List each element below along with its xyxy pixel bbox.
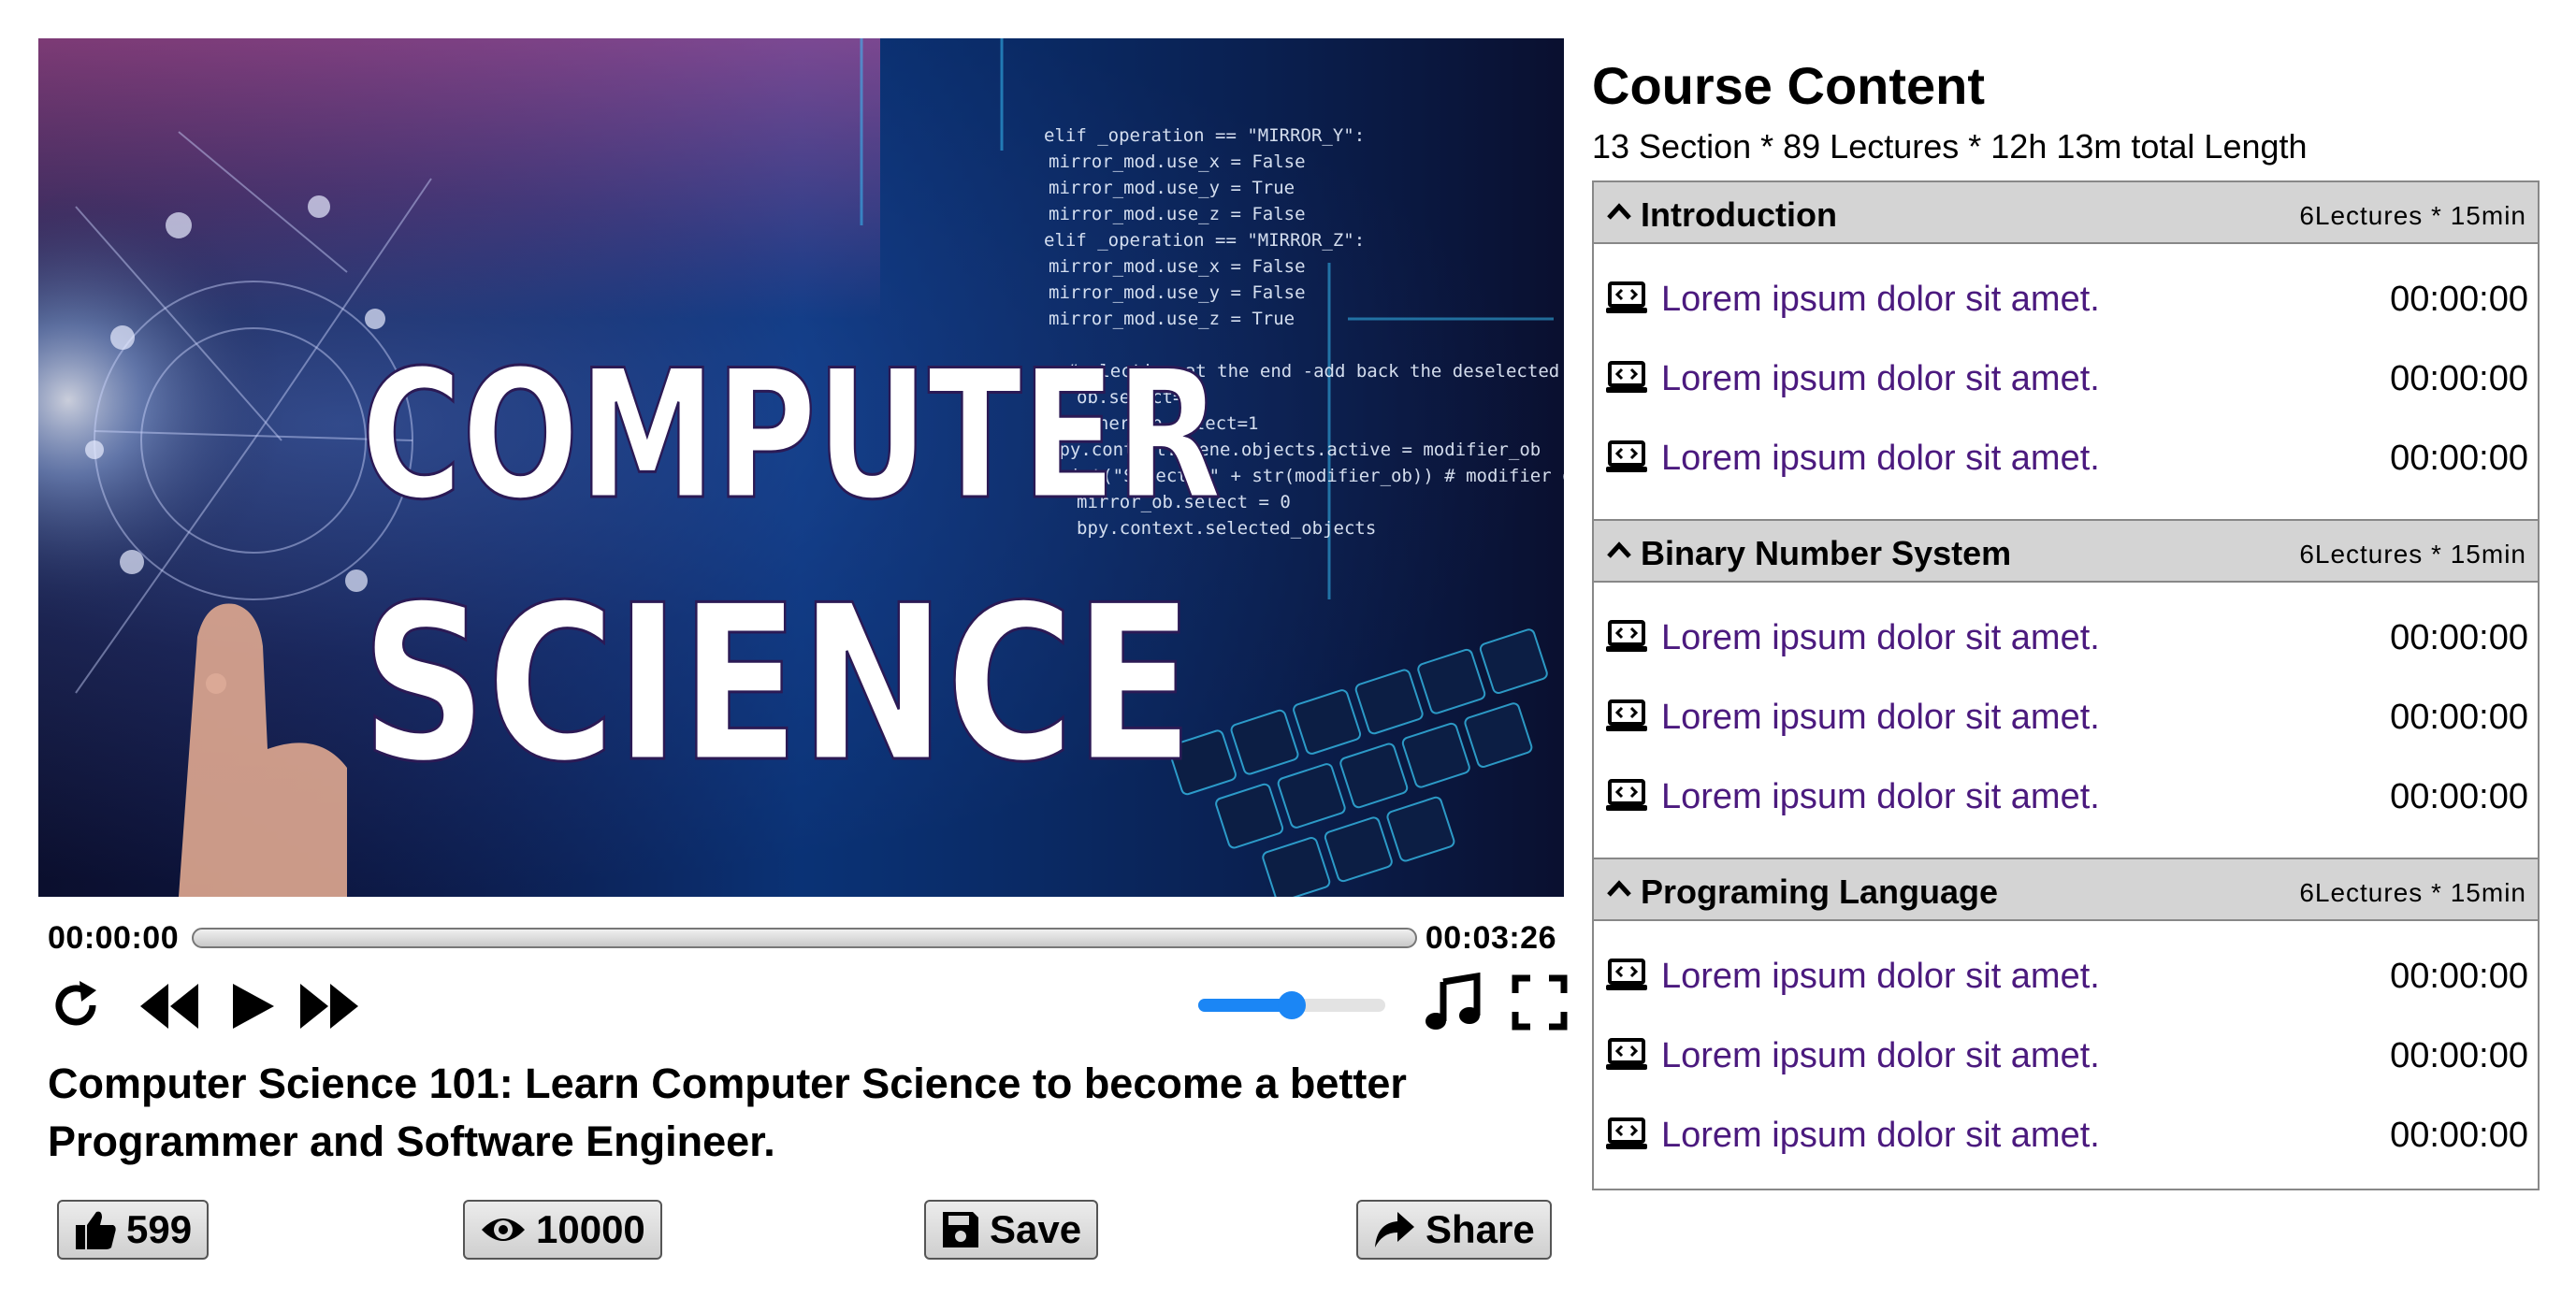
section-title: Binary Number System <box>1641 534 2012 572</box>
lecture-duration: 00:00:00 <box>2390 439 2528 478</box>
lecture-item[interactable]: Lorem ipsum dolor sit amet. 00:00:00 <box>1594 764 2538 829</box>
code-line: mirror_mod.use_z = True <box>1049 309 1295 329</box>
laptop-code-icon <box>1605 280 1648 322</box>
lecture-duration: 00:00:00 <box>2390 359 2528 398</box>
laptop-code-icon <box>1605 698 1648 740</box>
music-note-icon[interactable] <box>1423 972 1484 1039</box>
lecture-duration: 00:00:00 <box>2390 698 2528 737</box>
laptop-code-icon <box>1605 777 1648 819</box>
laptop-code-icon <box>1605 1036 1648 1078</box>
save-button[interactable]: Save <box>924 1200 1099 1260</box>
section-header[interactable]: Binary Number System 6Lectures * 15min <box>1594 519 2538 583</box>
lecture-item[interactable]: Lorem ipsum dolor sit amet. 00:00:00 <box>1594 1103 2538 1168</box>
laptop-code-icon <box>1605 957 1648 999</box>
lecture-item[interactable]: Lorem ipsum dolor sit amet. 00:00:00 <box>1594 1023 2538 1089</box>
lecture-title[interactable]: Lorem ipsum dolor sit amet. <box>1661 698 2100 738</box>
seek-bar[interactable] <box>192 928 1417 948</box>
section-meta: 6Lectures * 15min <box>2299 201 2526 230</box>
lecture-item[interactable]: Lorem ipsum dolor sit amet. 00:00:00 <box>1594 605 2538 670</box>
course-player-page: elif _operation == "MIRROR_Y": mirror_mo… <box>0 0 2576 1312</box>
lecture-duration: 00:00:00 <box>2390 618 2528 657</box>
code-line: mirror_mod.use_x = False <box>1049 151 1306 172</box>
total-time: 00:03:26 <box>1425 920 1556 956</box>
share-label: Share <box>1425 1207 1535 1251</box>
thumbnail-title-line1: COMPUTER <box>361 332 1222 539</box>
lecture-title[interactable]: Lorem ipsum dolor sit amet. <box>1661 1036 2100 1076</box>
code-line: mirror_mod.use_x = False <box>1049 256 1306 277</box>
fullscreen-icon[interactable] <box>1512 974 1568 1035</box>
lecture-item[interactable]: Lorem ipsum dolor sit amet. 00:00:00 <box>1594 685 2538 750</box>
video-frame[interactable]: elif _operation == "MIRROR_Y": mirror_mo… <box>38 38 1564 897</box>
views-button[interactable]: 10000 <box>463 1200 662 1260</box>
chevron-up-icon <box>1605 201 1633 226</box>
laptop-code-icon <box>1605 1116 1648 1158</box>
action-bar: 599 10000 Save Share <box>38 1200 1564 1265</box>
chevron-up-icon <box>1605 878 1633 903</box>
eye-icon <box>482 1218 525 1241</box>
view-count: 10000 <box>536 1207 645 1251</box>
video-thumbnail: elif _operation == "MIRROR_Y": mirror_mo… <box>38 38 1564 897</box>
section-list: Introduction 6Lectures * 15min Lorem ipsum… <box>1592 180 2540 1190</box>
share-arrow-icon <box>1375 1212 1414 1247</box>
lecture-title[interactable]: Lorem ipsum dolor sit amet. <box>1661 439 2100 479</box>
lecture-title[interactable]: Lorem ipsum dolor sit amet. <box>1661 1116 2100 1156</box>
code-line: elif _operation == "MIRROR_Z": <box>1044 230 1365 251</box>
laptop-code-icon <box>1605 618 1648 660</box>
course-title: Computer Science 101: Learn Computer Sci… <box>48 1060 1407 1165</box>
player-controls <box>38 972 1568 1039</box>
progress-row: 00:00:00 00:03:26 <box>38 916 1564 958</box>
replay-icon[interactable] <box>48 977 104 1038</box>
section-title: Programing Language <box>1641 872 1999 911</box>
floppy-disk-icon <box>943 1212 978 1247</box>
volume-slider[interactable] <box>1198 991 1423 1019</box>
like-count: 599 <box>126 1207 193 1251</box>
section-header[interactable]: Programing Language 6Lectures * 15min <box>1594 858 2538 921</box>
fast-forward-icon[interactable] <box>297 980 362 1037</box>
volume-thumb[interactable] <box>1278 991 1306 1019</box>
lecture-duration: 00:00:00 <box>2390 957 2528 996</box>
play-icon[interactable] <box>225 980 278 1037</box>
thumbs-up-icon <box>76 1211 116 1249</box>
section-meta: 6Lectures * 15min <box>2299 540 2526 569</box>
lecture-duration: 00:00:00 <box>2390 1116 2528 1155</box>
code-line: elif _operation == "MIRROR_Y": <box>1044 125 1365 146</box>
lecture-item[interactable]: Lorem ipsum dolor sit amet. 00:00:00 <box>1594 267 2538 332</box>
lecture-item[interactable]: Lorem ipsum dolor sit amet. 00:00:00 <box>1594 425 2538 491</box>
code-line: mirror_mod.use_y = True <box>1049 178 1295 198</box>
laptop-code-icon <box>1605 439 1648 481</box>
save-label: Save <box>990 1207 1082 1251</box>
lecture-duration: 00:00:00 <box>2390 777 2528 816</box>
lecture-title[interactable]: Lorem ipsum dolor sit amet. <box>1661 777 2100 817</box>
like-button[interactable]: 599 <box>57 1200 210 1260</box>
lecture-duration: 00:00:00 <box>2390 1036 2528 1075</box>
lecture-item[interactable]: Lorem ipsum dolor sit amet. 00:00:00 <box>1594 346 2538 411</box>
code-line: mirror_mod.use_z = False <box>1049 204 1306 224</box>
section-title: Introduction <box>1641 195 1837 234</box>
rewind-icon[interactable] <box>137 980 202 1037</box>
laptop-code-icon <box>1605 359 1648 401</box>
lecture-duration: 00:00:00 <box>2390 280 2528 319</box>
section-meta: 6Lectures * 15min <box>2299 878 2526 907</box>
lecture-item[interactable]: Lorem ipsum dolor sit amet. 00:00:00 <box>1594 944 2538 1009</box>
share-button[interactable]: Share <box>1356 1200 1552 1260</box>
thumbnail-title-line2: SCIENCE <box>361 560 1194 810</box>
course-summary: 13 Section * 89 Lectures * 12h 13m total… <box>1592 127 2308 166</box>
lecture-title[interactable]: Lorem ipsum dolor sit amet. <box>1661 359 2100 399</box>
lecture-title[interactable]: Lorem ipsum dolor sit amet. <box>1661 280 2100 320</box>
code-line: mirror_mod.use_y = False <box>1049 282 1306 303</box>
course-content-heading: Course Content <box>1592 56 1985 115</box>
section-header[interactable]: Introduction 6Lectures * 15min <box>1594 180 2538 244</box>
chevron-up-icon <box>1605 540 1633 565</box>
course-content-header: Course Content 13 Section * 89 Lectures … <box>1592 49 2540 170</box>
current-time: 00:00:00 <box>48 920 180 956</box>
video-player: elif _operation == "MIRROR_Y": mirror_mo… <box>38 38 1564 897</box>
lecture-title[interactable]: Lorem ipsum dolor sit amet. <box>1661 957 2100 997</box>
lecture-title[interactable]: Lorem ipsum dolor sit amet. <box>1661 618 2100 658</box>
